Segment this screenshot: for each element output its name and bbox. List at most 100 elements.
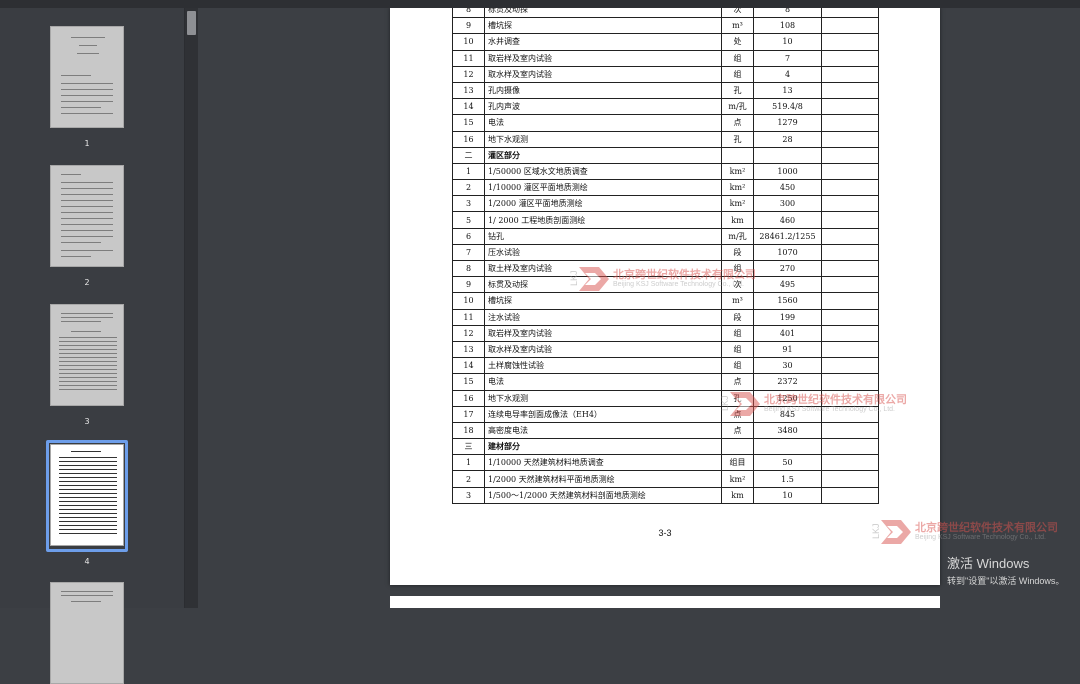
row-quantity	[753, 438, 822, 456]
row-item-name: 取岩样及室内试验	[484, 324, 722, 342]
row-quantity: 1560	[753, 292, 822, 310]
page-thumbnail[interactable]	[50, 165, 124, 267]
row-remark	[821, 130, 879, 148]
table-row: 15 电法点 2372	[452, 373, 879, 391]
row-unit: m³	[721, 292, 754, 310]
table-row: 10 槽坑探 m³ 1560	[452, 292, 879, 310]
page-thumbnail[interactable]	[50, 304, 124, 406]
row-unit: 孔	[721, 81, 754, 100]
page-thumbnail-label: 3	[84, 417, 90, 426]
row-quantity: 2372	[753, 373, 822, 391]
row-item-name: 取水样及室内试验	[484, 340, 722, 359]
activation-subtitle: 转到"设置"以激活 Windows。	[947, 576, 1065, 586]
page-thumbnail[interactable]	[50, 582, 124, 684]
next-document-page	[390, 596, 940, 608]
row-unit: 孔	[721, 130, 754, 148]
row-number: 1	[452, 162, 485, 181]
row-number: 3	[452, 486, 485, 504]
row-number: 9	[452, 17, 485, 35]
row-quantity: 845	[753, 405, 822, 423]
row-quantity: 28461.2/1255	[753, 227, 822, 245]
table-row: 17 连续电导率剖面成像法（EH4）点 845	[452, 405, 879, 423]
row-number: 8	[452, 8, 485, 19]
row-quantity: 1000	[753, 162, 822, 181]
document-view[interactable]: 8 标贯及动探次 8 9 槽坑探 m³ 108 10 水井调查处 10 11 取岩样及室内试验组 7 12…	[199, 8, 1080, 608]
row-unit: m³	[721, 17, 754, 35]
row-item-name: 地下水观测	[484, 389, 722, 407]
row-unit: km²	[721, 470, 754, 488]
quantity-table: 8 标贯及动探次 8 9 槽坑探 m³ 108 10 水井调查处 10 11 取岩样及室内试验组 7 12…	[452, 8, 879, 504]
table-section-row: 二灌区部分	[452, 146, 879, 164]
row-unit: km²	[721, 179, 754, 197]
row-quantity: 1250	[753, 389, 822, 407]
row-unit: 组目	[721, 454, 754, 472]
row-unit: m/孔	[721, 98, 754, 116]
table-row: 12 取岩样及室内试验组 401	[452, 324, 879, 342]
row-item-name: 电法	[484, 373, 722, 391]
row-item-name: 取土样及室内试验	[484, 259, 722, 278]
table-row: 10 水井调查处 10	[452, 33, 879, 51]
page-thumbnail-label: 1	[84, 139, 90, 148]
row-unit: 组	[721, 49, 754, 67]
row-number: 17	[452, 405, 485, 423]
row-remark	[821, 33, 879, 51]
row-number: 2	[452, 179, 485, 197]
row-remark	[821, 98, 879, 116]
row-quantity: 30	[753, 357, 822, 375]
row-quantity: 10	[753, 486, 822, 504]
row-remark	[821, 308, 879, 326]
row-unit: 段	[721, 243, 754, 262]
activation-title: 激活 Windows	[947, 556, 1030, 571]
sidebar-scrollbar[interactable]	[185, 8, 198, 608]
row-number: 1	[452, 454, 485, 472]
row-unit: km²	[721, 162, 754, 181]
row-unit: 次	[721, 276, 754, 294]
row-quantity: 13	[753, 81, 822, 100]
row-unit: 组	[721, 324, 754, 342]
table-row: 2 1/2000 天然建筑材料平面地质测绘 km² 1.5	[452, 470, 879, 488]
table-row: 9 槽坑探 m³ 108	[452, 17, 879, 35]
row-unit: 点	[721, 421, 754, 440]
row-quantity: 91	[753, 340, 822, 359]
sidebar-scrollbar-thumb[interactable]	[187, 11, 196, 35]
table-row: 2 1/10000 灌区平面地质测绘 km² 450	[452, 179, 879, 197]
row-item-name: 标贯及动探	[484, 276, 722, 294]
row-remark	[821, 81, 879, 100]
row-unit: 点	[721, 373, 754, 391]
row-number: 10	[452, 33, 485, 51]
row-item-name: 压水试验	[484, 243, 722, 262]
row-item-name: 孔内摄像	[484, 81, 722, 100]
row-item-name: 电法	[484, 114, 722, 132]
row-remark	[821, 470, 879, 488]
row-item-name: 1/2000 灌区平面地质测绘	[484, 195, 722, 213]
row-remark	[821, 421, 879, 440]
row-remark	[821, 438, 879, 456]
table-row: 13 孔内摄像孔 13	[452, 81, 879, 100]
row-quantity: 519.4/8	[753, 98, 822, 116]
row-number: 14	[452, 98, 485, 116]
row-remark	[821, 243, 879, 262]
table-row: 18 高密度电法点 3480	[452, 421, 879, 440]
row-unit: 孔	[721, 389, 754, 407]
row-number: 5	[452, 211, 485, 229]
row-unit: 处	[721, 33, 754, 51]
row-remark	[821, 486, 879, 504]
page-thumbnail[interactable]	[50, 444, 124, 546]
table-row: 5 1/ 2000 工程地质剖面测绘 km 460	[452, 211, 879, 229]
row-item-name: 高密度电法	[484, 421, 722, 440]
row-remark	[821, 357, 879, 375]
row-item-name: 连续电导率剖面成像法（EH4）	[484, 405, 722, 423]
page-number: 3-3	[658, 528, 672, 538]
row-quantity: 1070	[753, 243, 822, 262]
row-quantity: 460	[753, 211, 822, 229]
row-quantity: 1.5	[753, 470, 822, 488]
row-unit: 组	[721, 259, 754, 278]
row-remark	[821, 65, 879, 83]
row-quantity: 3480	[753, 421, 822, 440]
page-thumbnail[interactable]	[50, 26, 124, 128]
row-item-name: 钻孔	[484, 227, 722, 245]
row-unit: 组	[721, 357, 754, 375]
row-remark	[821, 179, 879, 197]
row-number: 三	[452, 438, 485, 456]
row-quantity: 1279	[753, 114, 822, 132]
